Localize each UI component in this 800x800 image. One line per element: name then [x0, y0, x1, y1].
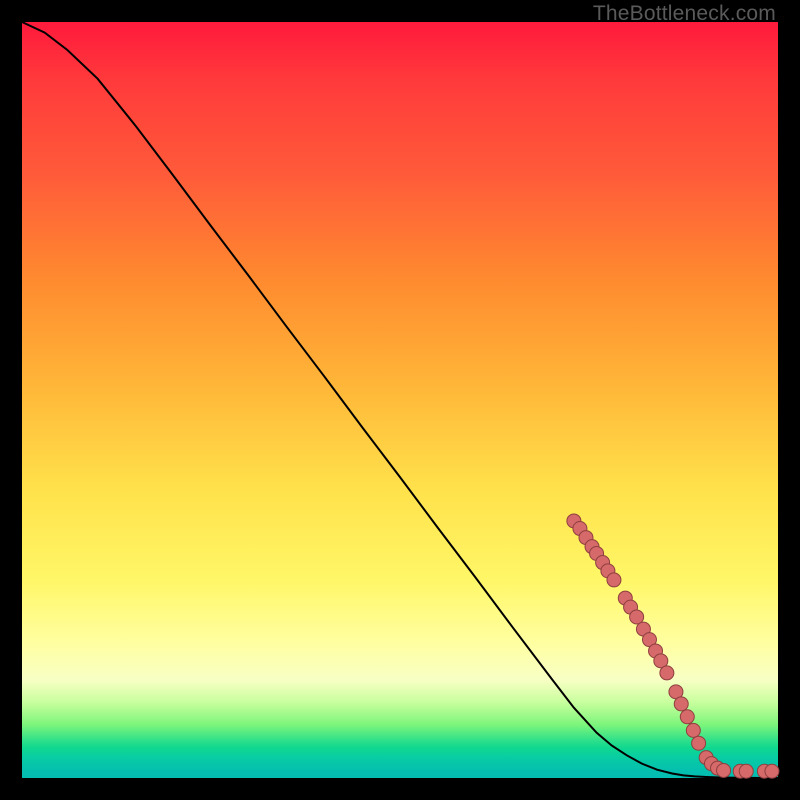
- plot-area: [22, 22, 778, 778]
- data-point: [674, 697, 688, 711]
- data-point: [692, 736, 706, 750]
- data-point: [717, 763, 731, 777]
- data-point: [739, 764, 753, 778]
- chart-frame: [22, 22, 778, 778]
- chart-svg: [22, 22, 778, 778]
- data-point: [680, 710, 694, 724]
- data-markers: [567, 514, 779, 778]
- data-point: [686, 723, 700, 737]
- data-point: [765, 764, 779, 778]
- data-point: [660, 666, 674, 680]
- data-point: [607, 573, 621, 587]
